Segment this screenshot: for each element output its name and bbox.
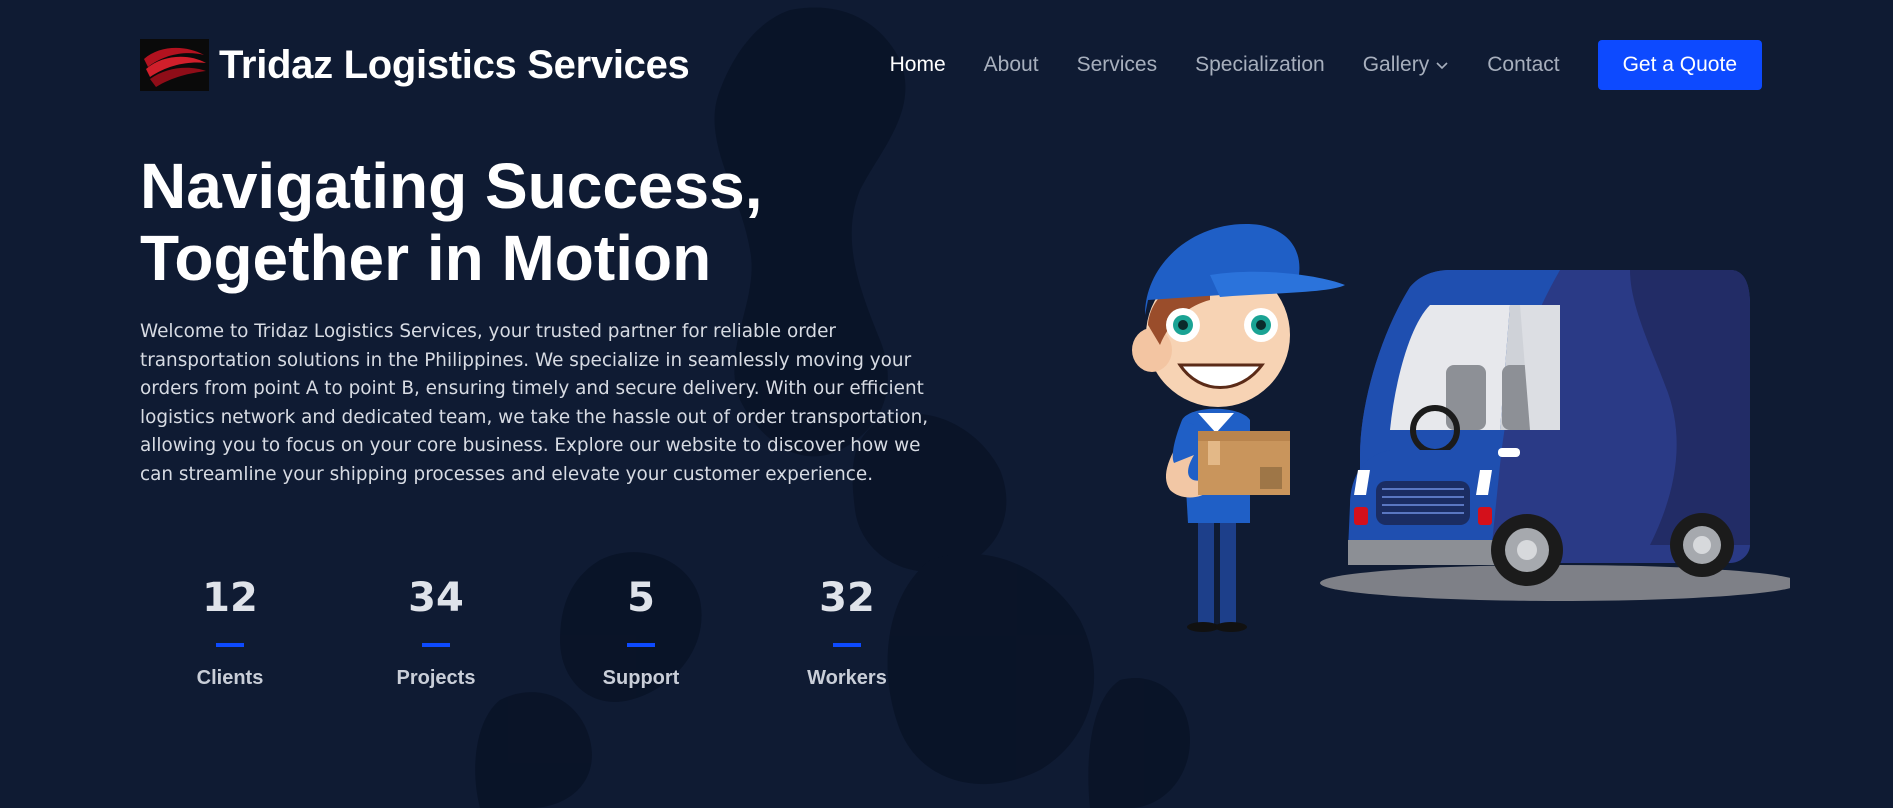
nav-item-home[interactable]: Home: [890, 53, 946, 77]
nav-item-about[interactable]: About: [984, 53, 1039, 77]
stat-value: 32: [819, 575, 875, 621]
stat-divider: [833, 643, 861, 647]
logo-swoosh-icon: [140, 39, 209, 91]
stats-section: 12 Clients 34 Projects 5 Support 32 Work…: [160, 575, 920, 705]
stat-projects: 34 Projects: [366, 575, 506, 690]
stat-divider: [627, 643, 655, 647]
stat-value: 12: [202, 575, 258, 621]
stat-clients: 12 Clients: [160, 575, 300, 690]
delivery-van-icon: [1348, 270, 1750, 586]
stat-workers: 32 Workers: [777, 575, 917, 690]
nav-item-specialization[interactable]: Specialization: [1195, 53, 1325, 77]
delivery-man-icon: [1132, 224, 1345, 632]
stat-label: Support: [602, 667, 680, 689]
hero-title-line-2: Together in Motion: [140, 222, 712, 294]
main-nav: Home About Services Specialization Galle…: [852, 40, 1762, 90]
nav-item-gallery-label: Gallery: [1362, 53, 1430, 76]
delivery-illustration: [1132, 224, 1790, 632]
hero-description: Welcome to Tridaz Logistics Services, yo…: [140, 321, 929, 485]
brand[interactable]: Tridaz Logistics Services: [140, 39, 690, 91]
hero-title: Navigating Success, Together in Motion: [140, 150, 880, 294]
nav-item-contact[interactable]: Contact: [1487, 53, 1559, 77]
stat-value: 5: [627, 575, 655, 621]
nav-item-services[interactable]: Services: [1077, 53, 1158, 77]
stat-divider: [422, 643, 450, 647]
stat-value: 34: [408, 575, 464, 621]
site-header: Tridaz Logistics Services Home About Ser…: [140, 38, 1762, 92]
stat-label: Clients: [196, 667, 264, 689]
stat-label: Workers: [807, 667, 887, 689]
stat-label: Projects: [396, 667, 476, 689]
chevron-down-icon: [1436, 62, 1448, 70]
nav-item-gallery[interactable]: Gallery: [1363, 53, 1450, 77]
stat-support: 5 Support: [571, 575, 711, 690]
get-a-quote-button[interactable]: Get a Quote: [1597, 40, 1762, 90]
brand-name: Tridaz Logistics Services: [219, 42, 690, 87]
hero-title-line-1: Navigating Success,: [140, 150, 763, 222]
stat-divider: [216, 643, 244, 647]
